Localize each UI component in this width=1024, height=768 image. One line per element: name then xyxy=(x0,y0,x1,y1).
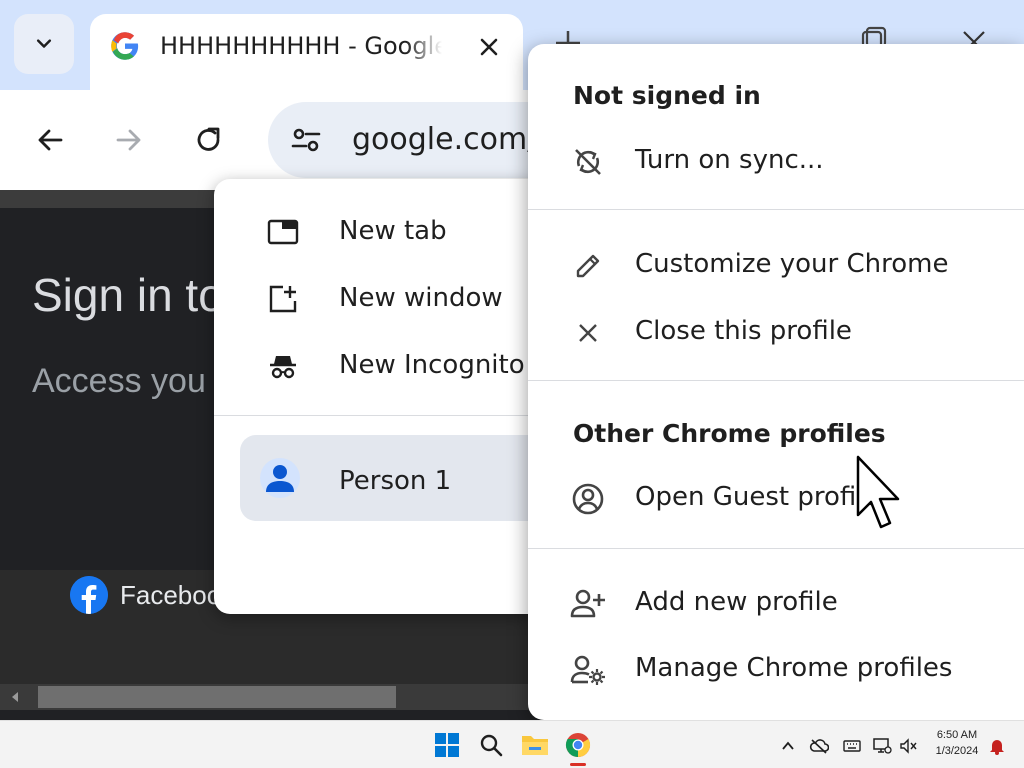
pencil-icon xyxy=(570,248,606,284)
account-circle-icon xyxy=(570,481,606,517)
open-guest-profile-button[interactable]: Open Guest profile xyxy=(528,471,1024,527)
new-tab-icon xyxy=(266,215,300,249)
system-clock[interactable]: 6:50 AM 1/3/2024 xyxy=(924,727,990,759)
chevron-down-icon xyxy=(36,39,52,48)
menu-item-label: New Incognito window xyxy=(339,350,544,380)
add-new-profile-label: Add new profile xyxy=(635,587,838,617)
person-icon xyxy=(260,458,300,498)
mouse-pointer-icon xyxy=(856,455,900,529)
customize-chrome-button[interactable]: Customize your Chrome xyxy=(528,238,1024,294)
windows-start-icon[interactable] xyxy=(431,729,463,761)
reload-button[interactable] xyxy=(189,120,229,160)
close-profile-label: Close this profile xyxy=(635,316,852,346)
profile-button-person-1[interactable]: Person 1 xyxy=(240,435,544,521)
facebook-icon[interactable] xyxy=(70,576,108,614)
new-window-icon xyxy=(266,282,300,316)
close-profile-button[interactable]: Close this profile xyxy=(528,305,1024,361)
site-info-button[interactable] xyxy=(286,122,326,158)
chrome-app-menu: New tab New window New Incognito window … xyxy=(214,179,544,614)
file-explorer-icon[interactable] xyxy=(519,729,551,761)
close-icon xyxy=(570,315,606,351)
person-add-icon xyxy=(570,586,606,622)
tab-search-button[interactable] xyxy=(14,14,74,74)
tab-close-button[interactable] xyxy=(474,32,504,62)
arrow-back-icon xyxy=(38,129,63,151)
network-icon[interactable] xyxy=(871,735,893,757)
chrome-icon[interactable] xyxy=(562,729,594,761)
sync-off-icon xyxy=(570,144,606,180)
page-subtitle: Access you xyxy=(32,362,206,400)
reload-icon xyxy=(197,127,220,151)
onedrive-icon[interactable] xyxy=(808,735,830,757)
add-new-profile-button[interactable]: Add new profile xyxy=(528,576,1024,632)
menu-item-new-tab[interactable]: New tab xyxy=(214,203,544,259)
scroll-left-arrow-icon[interactable] xyxy=(8,690,22,704)
menu-divider xyxy=(528,380,1024,381)
url-text[interactable]: google.com/ xyxy=(352,122,537,157)
incognito-icon xyxy=(266,349,300,383)
arrow-forward-icon xyxy=(116,129,141,151)
menu-divider xyxy=(528,548,1024,549)
tune-icon xyxy=(291,128,321,152)
close-icon xyxy=(480,38,498,56)
chevron-up-icon[interactable] xyxy=(777,735,799,757)
profile-menu: Not signed in Turn on sync... Customize … xyxy=(528,44,1024,720)
google-g-icon xyxy=(111,32,139,60)
customize-chrome-label: Customize your Chrome xyxy=(635,249,949,279)
windows-taskbar: 6:50 AM 1/3/2024 xyxy=(0,720,1024,768)
page-title: Sign in to xyxy=(32,269,224,321)
menu-divider xyxy=(214,415,544,416)
other-profiles-heading: Other Chrome profiles xyxy=(573,419,886,448)
active-tab[interactable]: HHHHHHHHHH - Google xyxy=(90,14,523,94)
open-guest-profile-label: Open Guest profile xyxy=(635,482,880,512)
forward-button[interactable] xyxy=(109,120,149,160)
clock-date: 1/3/2024 xyxy=(935,745,979,757)
keyboard-icon[interactable] xyxy=(841,735,863,757)
manage-profiles-label: Manage Chrome profiles xyxy=(635,653,953,683)
turn-on-sync-button[interactable]: Turn on sync... xyxy=(528,134,1024,190)
clock-time: 6:50 AM xyxy=(936,729,978,741)
signed-in-status: Not signed in xyxy=(573,81,761,110)
manage-accounts-icon xyxy=(570,652,606,688)
search-icon[interactable] xyxy=(475,729,507,761)
active-app-indicator xyxy=(570,763,586,766)
turn-on-sync-label: Turn on sync... xyxy=(635,145,824,175)
volume-mute-icon[interactable] xyxy=(897,735,919,757)
menu-item-new-incognito[interactable]: New Incognito window xyxy=(214,337,544,393)
notification-bell-icon[interactable] xyxy=(986,735,1008,757)
menu-item-label: New window xyxy=(339,283,503,313)
menu-item-label: New tab xyxy=(339,216,447,246)
manage-profiles-button[interactable]: Manage Chrome profiles xyxy=(528,642,1024,698)
profile-name: Person 1 xyxy=(339,466,452,496)
menu-item-new-window[interactable]: New window xyxy=(214,270,544,326)
scrollbar-thumb[interactable] xyxy=(38,686,396,708)
back-button[interactable] xyxy=(30,120,70,160)
menu-divider xyxy=(528,209,1024,210)
tab-title: HHHHHHHHHH - Google xyxy=(160,32,442,60)
